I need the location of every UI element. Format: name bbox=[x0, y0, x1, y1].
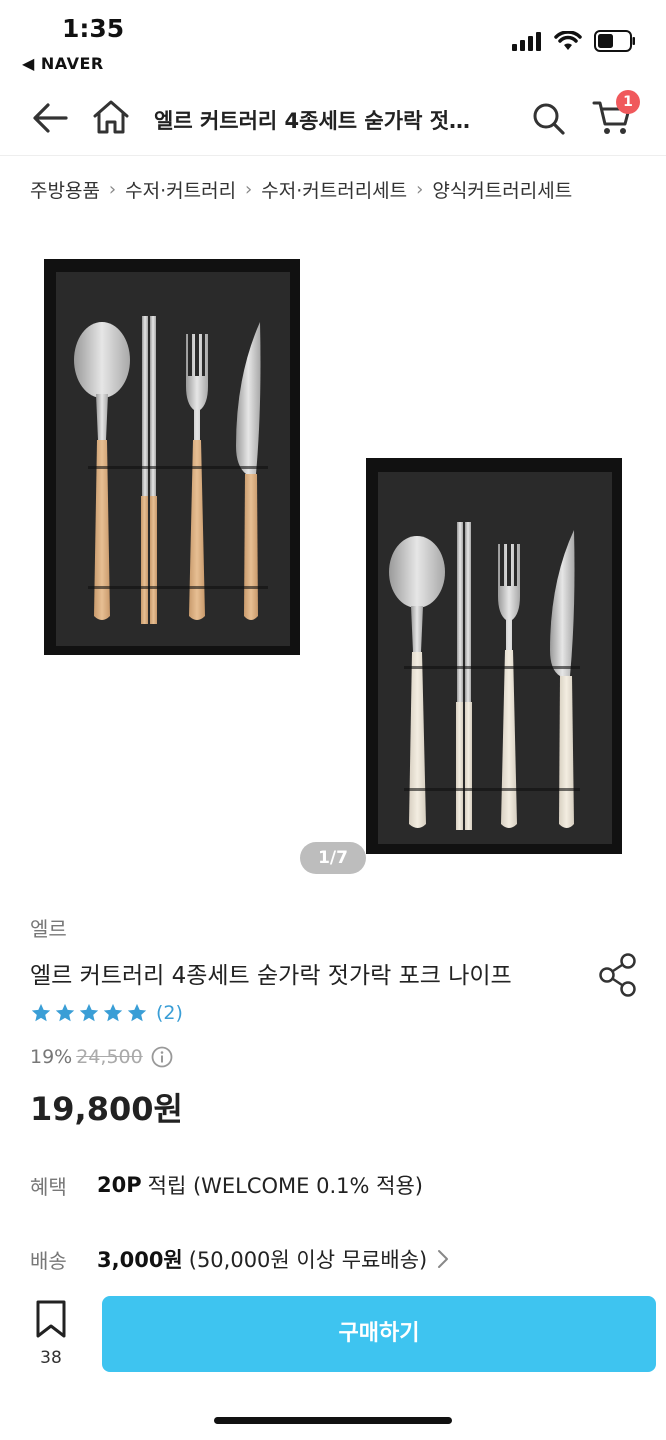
rating-stars bbox=[30, 1002, 148, 1024]
buy-button[interactable]: 구매하기 bbox=[102, 1296, 656, 1372]
shipping-fee: 3,000원 bbox=[97, 1248, 183, 1272]
gallery-pager: 1/7 bbox=[300, 842, 366, 874]
chevron-right-icon: › bbox=[416, 179, 424, 200]
app-header: 엘르 커트러리 4종세트 숟가락 젓… bbox=[0, 80, 666, 156]
brand-name[interactable]: 엘르 bbox=[30, 913, 67, 942]
chevron-right-icon: › bbox=[245, 179, 253, 200]
search-icon[interactable] bbox=[530, 100, 568, 138]
cutlery-box-ivory bbox=[366, 458, 622, 854]
back-to-naver-link[interactable]: ◀ NAVER bbox=[22, 54, 104, 73]
shipping-row[interactable]: 배송 3,000원 (50,000원 이상 무료배송) bbox=[30, 1244, 449, 1274]
status-time: 1:35 bbox=[62, 14, 125, 43]
benefit-points: 20P bbox=[97, 1173, 142, 1197]
breadcrumb-item[interactable]: 주방용품 bbox=[30, 176, 100, 203]
star-icon bbox=[127, 1003, 147, 1022]
benefit-row: 혜택 20P 적립 (WELCOME 0.1% 적용) bbox=[30, 1170, 423, 1200]
star-icon bbox=[31, 1003, 51, 1022]
bookmark-icon[interactable] bbox=[30, 1300, 72, 1338]
home-icon[interactable] bbox=[90, 96, 132, 138]
benefit-label: 혜택 bbox=[30, 1174, 67, 1199]
chevron-right-icon bbox=[438, 1250, 449, 1268]
status-bar: 1:35 ◀ NAVER bbox=[0, 0, 666, 80]
star-icon bbox=[79, 1003, 99, 1022]
signal-icon bbox=[512, 32, 541, 51]
rating[interactable]: (2) bbox=[30, 1002, 183, 1024]
back-arrow-icon[interactable] bbox=[30, 98, 70, 138]
product-image bbox=[44, 259, 622, 854]
share-icon[interactable] bbox=[598, 952, 638, 998]
review-count[interactable]: (2) bbox=[156, 1002, 183, 1024]
breadcrumb-item[interactable]: 양식커트러리세트 bbox=[432, 176, 572, 203]
bookmark-count: 38 bbox=[40, 1348, 62, 1368]
breadcrumb-item[interactable]: 수저·커트러리 bbox=[125, 176, 236, 203]
shipping-text: (50,000원 이상 무료배송) bbox=[188, 1248, 428, 1272]
original-price: 24,500 bbox=[76, 1046, 143, 1068]
product-image-gallery[interactable] bbox=[0, 226, 666, 890]
page-title: 엘르 커트러리 4종세트 숟가락 젓… bbox=[154, 109, 471, 133]
star-icon bbox=[55, 1003, 75, 1022]
product-name: 엘르 커트러리 4종세트 숟가락 젓가락 포크 나이프 bbox=[30, 963, 512, 989]
breadcrumb: 주방용품 › 수저·커트러리 › 수저·커트러리세트 › 양식커트러리세트 bbox=[30, 176, 572, 203]
chevron-right-icon: › bbox=[108, 179, 117, 200]
breadcrumb-item[interactable]: 수저·커트러리세트 bbox=[261, 176, 407, 203]
battery-icon bbox=[594, 30, 635, 52]
status-icons bbox=[512, 30, 636, 52]
info-icon[interactable] bbox=[151, 1046, 173, 1068]
shipping-label: 배송 bbox=[30, 1248, 67, 1273]
cart-count-badge: 1 bbox=[616, 90, 640, 114]
sale-price: 19,800원 bbox=[30, 1090, 183, 1128]
discount-rate: 19% bbox=[30, 1046, 73, 1068]
wifi-icon bbox=[554, 31, 582, 50]
home-indicator[interactable] bbox=[214, 1417, 452, 1424]
discount-info: 19% 24,500 bbox=[30, 1046, 173, 1068]
benefit-text: 적립 (WELCOME 0.1% 적용) bbox=[147, 1174, 423, 1198]
star-icon bbox=[103, 1003, 123, 1022]
cutlery-box-wood bbox=[44, 259, 300, 655]
